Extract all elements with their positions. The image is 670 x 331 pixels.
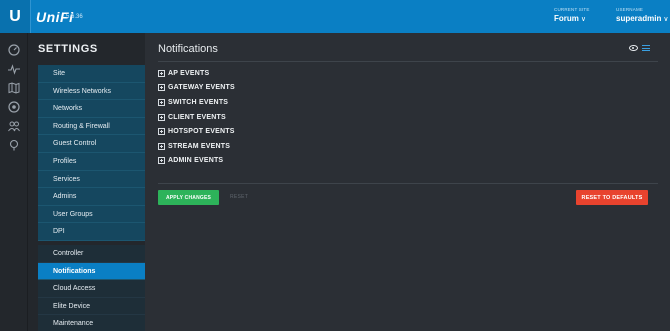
statistics-icon[interactable] <box>6 61 21 76</box>
sidebar-item-wireless-networks[interactable]: Wireless Networks <box>38 82 145 101</box>
sidebar-item-user-groups[interactable]: User Groups <box>38 205 145 224</box>
username-value: superadmin <box>616 14 662 23</box>
sidebar-item-dpi[interactable]: DPI <box>38 223 145 241</box>
event-section-label: AP EVENTS <box>168 69 210 77</box>
site-label: CURRENT SITE <box>554 7 590 12</box>
settings-title: SETTINGS <box>38 43 98 55</box>
expand-icon <box>158 84 165 92</box>
event-section-gateway[interactable]: GATEWAY EVENTS <box>158 81 235 96</box>
version-label: 5.6.36 <box>66 14 83 20</box>
top-bar: U UniFi 5.6.36 CURRENT SITE Forum ∨ USERN… <box>0 0 670 33</box>
expand-icon <box>158 113 165 121</box>
sidebar-item-site[interactable]: Site <box>38 65 145 83</box>
expand-icon <box>158 98 165 106</box>
reset-button[interactable]: RESET <box>230 194 248 200</box>
event-section-stream[interactable]: STREAM EVENTS <box>158 139 235 154</box>
reset-to-defaults-button[interactable]: RESET TO DEFAULTS <box>576 190 648 205</box>
expand-icon <box>158 157 165 165</box>
expand-icon <box>158 69 165 77</box>
settings-menu: Site Wireless Networks Networks Routing … <box>38 65 145 331</box>
event-section-switch[interactable]: SWITCH EVENTS <box>158 95 235 110</box>
event-section-admin[interactable]: ADMIN EVENTS <box>158 154 235 169</box>
chevron-down-icon: ∨ <box>580 16 587 23</box>
clients-icon[interactable] <box>6 118 21 133</box>
user-menu[interactable]: USERNAME superadmin ∨ <box>616 7 668 23</box>
sidebar-item-profiles[interactable]: Profiles <box>38 152 145 171</box>
list-icon[interactable] <box>642 45 650 51</box>
event-section-label: ADMIN EVENTS <box>168 157 224 165</box>
header-divider <box>30 0 31 33</box>
event-section-label: CLIENT EVENTS <box>168 113 226 121</box>
settings-sidebar: SETTINGS Site Wireless Networks Networks… <box>28 33 145 331</box>
view-toggle <box>629 45 650 51</box>
page-title: Notifications <box>158 43 218 55</box>
site-selector[interactable]: CURRENT SITE Forum ∨ <box>554 7 590 23</box>
event-section-ap[interactable]: AP EVENTS <box>158 66 235 81</box>
sidebar-item-elite-device[interactable]: Elite Device <box>38 297 145 316</box>
ubiquiti-logo-icon[interactable]: U <box>0 0 30 33</box>
sidebar-item-guest-control[interactable]: Guest Control <box>38 135 145 153</box>
map-icon[interactable] <box>6 80 21 95</box>
username-label: USERNAME <box>616 7 644 12</box>
apply-changes-button[interactable]: APPLY CHANGES <box>158 190 219 205</box>
chevron-down-icon: ∨ <box>663 16 669 23</box>
sidebar-item-cloud-access[interactable]: Cloud Access <box>38 280 145 298</box>
sidebar-item-notifications[interactable]: Notifications <box>38 262 145 281</box>
actions-divider <box>158 183 658 184</box>
sidebar-item-admins[interactable]: Admins <box>38 188 145 206</box>
event-section-label: HOTSPOT EVENTS <box>168 128 235 136</box>
sidebar-item-routing-firewall[interactable]: Routing & Firewall <box>38 117 145 136</box>
title-divider <box>158 61 658 62</box>
eye-icon[interactable] <box>629 45 638 51</box>
site-value: Forum <box>554 14 579 23</box>
event-section-hotspot[interactable]: HOTSPOT EVENTS <box>158 124 235 139</box>
insights-icon[interactable] <box>6 137 21 152</box>
event-section-label: GATEWAY EVENTS <box>168 84 235 92</box>
sidebar-item-networks[interactable]: Networks <box>38 100 145 118</box>
event-list: AP EVENTS GATEWAY EVENTS SWITCH EVENTS C… <box>158 66 235 168</box>
event-section-client[interactable]: CLIENT EVENTS <box>158 110 235 125</box>
main-panel: Notifications AP EVENTS GATEWAY EVENTS S… <box>145 33 670 331</box>
sidebar-item-services[interactable]: Services <box>38 170 145 189</box>
event-section-label: SWITCH EVENTS <box>168 98 229 106</box>
sidebar-item-maintenance[interactable]: Maintenance <box>38 315 145 331</box>
dashboard-icon[interactable] <box>6 42 21 57</box>
expand-icon <box>158 128 165 136</box>
sidebar-item-controller[interactable]: Controller <box>38 244 145 263</box>
expand-icon <box>158 142 165 150</box>
icon-rail <box>0 33 28 331</box>
event-section-label: STREAM EVENTS <box>168 142 231 150</box>
devices-icon[interactable] <box>6 99 21 114</box>
